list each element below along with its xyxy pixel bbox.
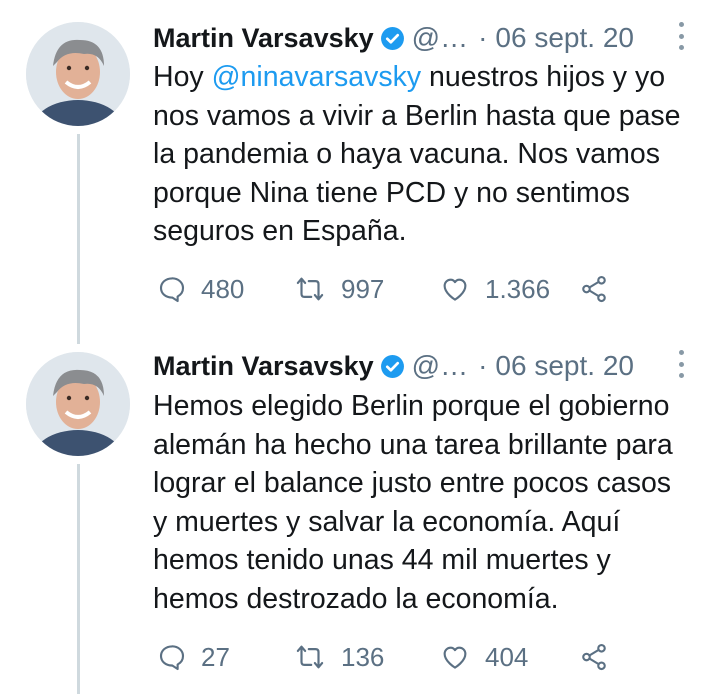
retweet-count: 136 — [341, 641, 385, 672]
reply-icon — [159, 277, 185, 303]
avatar[interactable] — [26, 22, 130, 126]
tweet-text-line: la pandemia o haya vacuna. Nos vamos — [153, 138, 660, 170]
like-button[interactable]: 404 — [439, 642, 579, 673]
share-icon — [582, 643, 606, 671]
tweet-text-line: hemos destrozado la economía. — [153, 582, 559, 615]
tweet-text-line: alemán ha hecho una tarea brillante para — [153, 428, 673, 461]
verified-badge-icon — [380, 354, 405, 379]
tweet[interactable]: Martin Varsavsky @… · 06 sept. 20 Hemos … — [0, 344, 720, 694]
tweet-text-line: y muertes y salvar la economía. Aquí — [153, 505, 621, 538]
like-count: 1.366 — [485, 273, 551, 304]
retweet-count: 997 — [341, 273, 385, 304]
tweet-text-line: seguros en España. — [153, 215, 407, 247]
heart-icon — [443, 278, 467, 301]
separator-dot: · — [478, 22, 488, 53]
reply-icon — [159, 645, 185, 671]
share-button[interactable] — [579, 642, 609, 672]
tweet-text-line: Hemos elegido Berlin porque el gobierno — [153, 390, 670, 422]
author-name[interactable]: Martin Varsavsky — [153, 23, 374, 54]
tweet-date[interactable]: 06 sept. 20 — [495, 22, 634, 54]
tweet-date[interactable]: 06 sept. 20 — [495, 350, 634, 382]
avatar-photo — [26, 352, 130, 456]
reply-count: 480 — [201, 273, 245, 304]
author-name[interactable]: Martin Varsavsky — [153, 351, 374, 382]
reply-count: 27 — [201, 641, 230, 672]
separator-dot: · — [478, 350, 488, 381]
tweet-text-line: nos vamos a vivir a Berlin hasta que pas… — [153, 99, 681, 132]
tweet-text: Hemos elegido Berlin porque el gobierno … — [153, 387, 713, 618]
tweet[interactable]: Martin Varsavsky @… · 06 sept. 20 Hoy @n… — [0, 16, 720, 316]
tweet-text-line: porque Nina tiene PCD y no sentimos — [153, 176, 630, 209]
action-bar: 480 997 1.366 — [157, 269, 609, 309]
author-handle[interactable]: @… — [412, 22, 468, 54]
reply-button[interactable]: 480 — [157, 274, 293, 305]
verified-badge-icon — [380, 26, 405, 51]
tweet-text-line: hemos tenido unas 44 mil muertes y — [153, 544, 611, 576]
like-button[interactable]: 1.366 — [439, 274, 579, 305]
tweet-text-line: lograr el balance justo entre pocos caso… — [153, 467, 672, 499]
heart-icon — [443, 646, 467, 669]
reply-button[interactable]: 27 — [157, 642, 293, 673]
share-icon — [582, 275, 606, 303]
action-bar: 27 136 404 — [157, 637, 609, 677]
tweet-header: Martin Varsavsky @… · 06 sept. 20 — [153, 346, 634, 386]
retweet-button[interactable]: 997 — [293, 274, 439, 305]
more-vertical-icon[interactable] — [676, 22, 686, 50]
like-count: 404 — [485, 641, 529, 672]
retweet-icon — [296, 277, 324, 301]
more-vertical-icon[interactable] — [676, 350, 686, 378]
avatar-photo — [26, 22, 130, 126]
retweet-button[interactable]: 136 — [293, 642, 439, 673]
author-handle[interactable]: @… — [412, 350, 468, 382]
tweet-text-line: Hoy @ninavarsavsky nuestros hijos y yo — [153, 61, 666, 93]
share-button[interactable] — [579, 274, 609, 304]
mention-link[interactable]: @ninavarsavsky — [212, 61, 422, 93]
retweet-icon — [296, 645, 324, 669]
tweet-text: Hoy @ninavarsavsky nuestros hijos y yo n… — [153, 58, 713, 251]
tweet-header: Martin Varsavsky @… · 06 sept. 20 — [153, 18, 634, 58]
avatar[interactable] — [26, 352, 130, 456]
